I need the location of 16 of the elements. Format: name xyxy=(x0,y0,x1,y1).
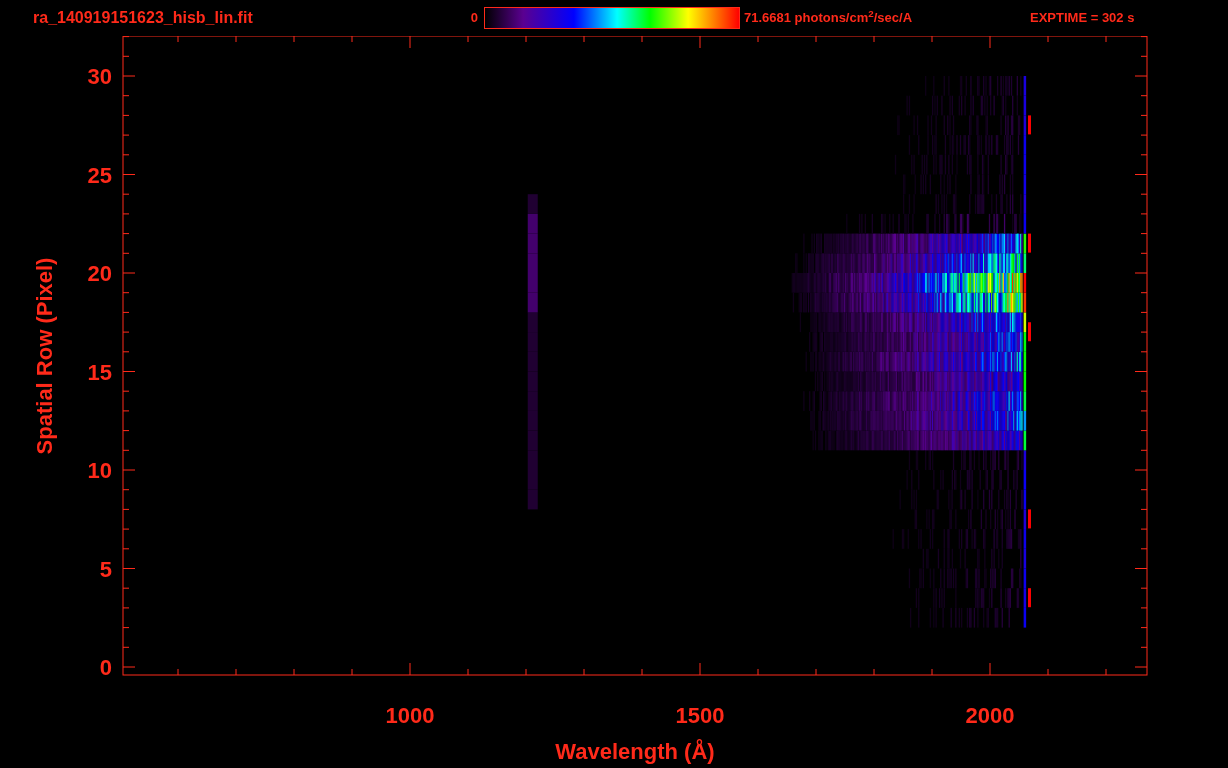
x-axis-label: Wavelength (Å) xyxy=(555,739,715,764)
x-tick-label: 2000 xyxy=(965,703,1015,728)
y-tick-label: 5 xyxy=(99,556,112,582)
exposure-time-label: EXPTIME = 302 s xyxy=(1030,9,1135,28)
y-tick-label: 20 xyxy=(87,261,112,286)
y-tick-label: 0 xyxy=(99,655,112,680)
x-tick-label: 1000 xyxy=(385,703,435,728)
file-name-title: ra_140919151623_hisb_lin.fit xyxy=(32,8,254,28)
x-tick-label: 1500 xyxy=(675,703,725,728)
y-tick-label: 10 xyxy=(87,458,112,483)
colorbar-max-label: 71.6681 photons/cm$^{2}$/sec/A xyxy=(743,8,914,28)
y-tick-label: 15 xyxy=(87,359,112,385)
y-tick-label: 25 xyxy=(87,162,112,188)
y-axis-label: Spatial Row (Pixel) xyxy=(32,257,57,455)
colorbar-min-label: 0 xyxy=(469,9,479,28)
y-tick-label: 30 xyxy=(87,64,112,89)
